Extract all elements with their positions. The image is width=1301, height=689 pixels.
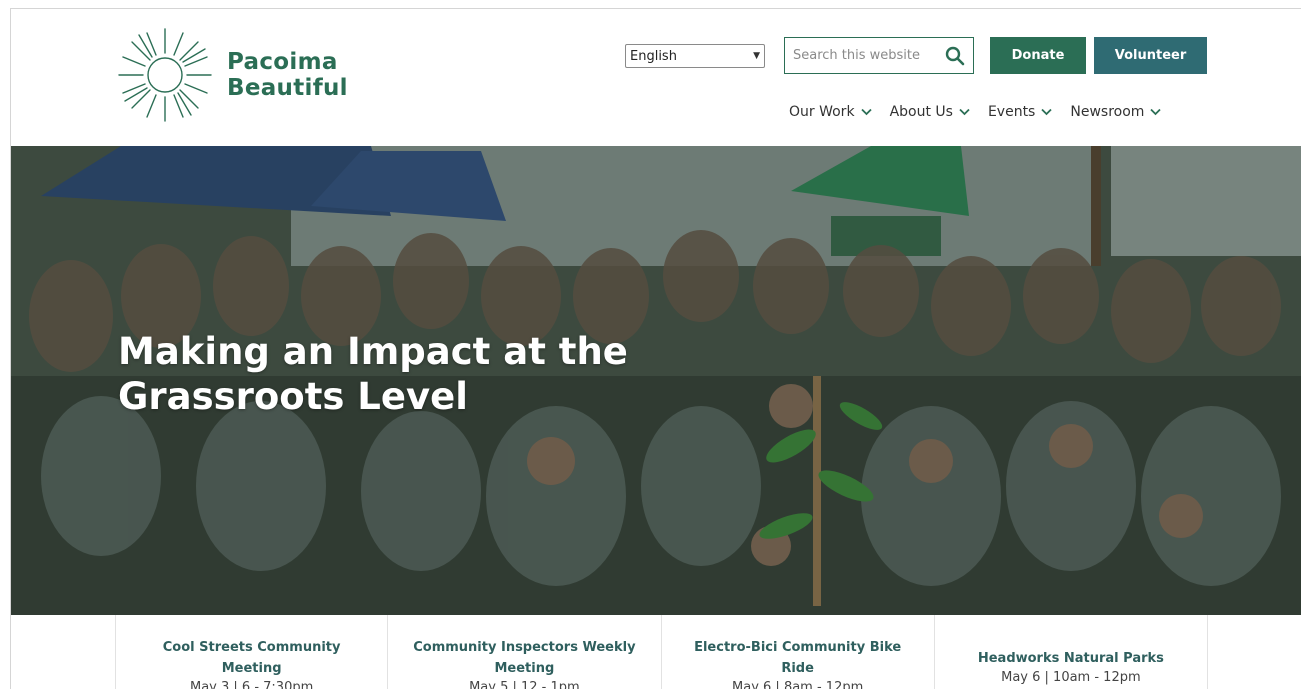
nav-item-label: About Us [889,104,953,120]
hero-banner: Making an Impact at the Grassroots Level [11,146,1301,615]
browser-viewport: Pacoima Beautiful English ▼ Donate Volun… [10,8,1301,689]
nav-item-label: Events [987,104,1036,120]
language-select[interactable]: English ▼ [625,44,765,68]
nav-item-our-work[interactable]: Our Work [789,104,872,120]
brand-name-line2: Beautiful [227,75,348,101]
event-title[interactable]: Electro-Bici Community Bike Ride [678,637,918,679]
chevron-down-icon [860,108,872,116]
chevron-down-icon: ▼ [753,51,760,61]
nav-item-events[interactable]: Events [988,104,1052,120]
nav-item-newsroom[interactable]: Newsroom [1070,104,1162,120]
site-header: Pacoima Beautiful English ▼ Donate Volun… [11,9,1301,146]
volunteer-button[interactable]: Volunteer [1094,37,1207,74]
sun-logo-icon [118,28,212,122]
event-card[interactable]: Cool Streets Community Meeting May 3 | 6… [115,615,389,689]
brand-name-line1: Pacoima [227,49,338,75]
chevron-down-icon [1041,108,1052,116]
nav-item-about-us[interactable]: About Us [890,104,970,120]
search-icon[interactable] [945,46,965,66]
nav-item-label: Newsroom [1070,104,1145,120]
event-date: May 5 | 12 - 1pm [469,680,580,689]
event-date: May 6 | 8am - 12pm [732,680,864,689]
donate-button[interactable]: Donate [990,37,1086,74]
event-card[interactable]: Electro-Bici Community Bike Ride May 6 |… [661,615,935,689]
event-title[interactable]: Community Inspectors Weekly Meeting [404,637,644,679]
brand-name: Pacoima Beautiful [227,49,348,101]
main-nav: Our Work About Us Events Newsroom [789,104,1162,120]
chevron-down-icon [1150,108,1162,116]
event-card[interactable]: Headworks Natural Parks May 6 | 10am - 1… [934,615,1209,689]
events-strip: Cool Streets Community Meeting May 3 | 6… [115,615,1209,689]
hero-headline: Making an Impact at the Grassroots Level [118,330,628,418]
event-date: May 6 | 10am - 12pm [1001,670,1141,685]
event-title[interactable]: Headworks Natural Parks [951,648,1191,669]
search-box [784,37,974,74]
site-logo[interactable]: Pacoima Beautiful [115,25,348,125]
language-selected-value: English [630,48,677,64]
event-card[interactable]: Community Inspectors Weekly Meeting May … [388,615,662,689]
event-title[interactable]: Cool Streets Community Meeting [132,637,372,679]
search-input[interactable] [793,48,933,63]
event-date: May 3 | 6 - 7:30pm [190,680,314,689]
nav-item-label: Our Work [789,104,855,120]
chevron-down-icon [959,108,970,116]
